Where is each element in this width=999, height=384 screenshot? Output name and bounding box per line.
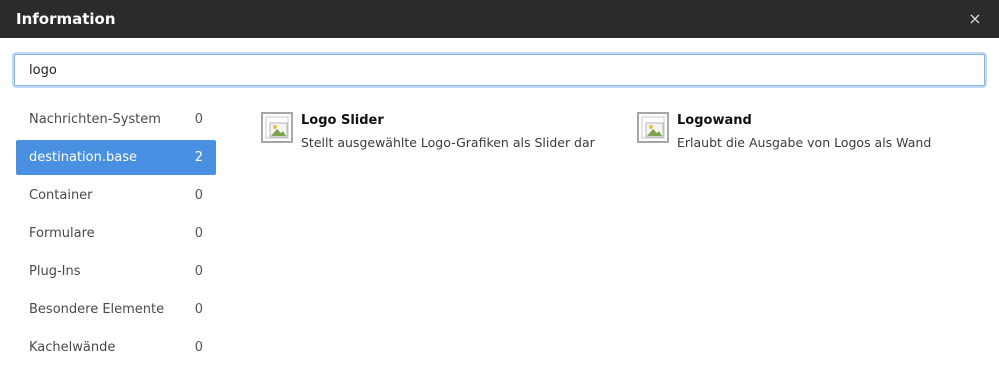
image-icon bbox=[261, 112, 293, 143]
search-input[interactable] bbox=[14, 54, 985, 86]
category-destination-base[interactable]: destination.base 2 bbox=[16, 140, 216, 175]
result-title: Logo Slider bbox=[301, 113, 384, 128]
category-label: Container bbox=[29, 188, 93, 203]
category-label: destination.base bbox=[29, 150, 137, 165]
category-nachrichten-system[interactable]: Nachrichten-System 0 bbox=[16, 102, 216, 137]
category-label: Besondere Elemente bbox=[29, 302, 165, 317]
category-besondere-elemente[interactable]: Besondere Elemente 0 bbox=[16, 292, 216, 327]
category-formulare[interactable]: Formulare 0 bbox=[16, 216, 216, 251]
dialog-title: Information bbox=[16, 10, 116, 28]
category-label: Formulare bbox=[29, 226, 95, 241]
category-label: Plug-Ins bbox=[29, 264, 81, 279]
category-count: 0 bbox=[194, 112, 203, 127]
result-title: Logowand bbox=[677, 113, 752, 128]
category-container[interactable]: Container 0 bbox=[16, 178, 216, 213]
result-description: Stellt ausgewählte Logo-Grafiken als Sli… bbox=[301, 135, 595, 150]
result-logo-slider[interactable]: Logo Slider Stellt ausgewählte Logo-Graf… bbox=[261, 112, 601, 156]
category-count: 2 bbox=[194, 150, 203, 165]
category-kachelwaende[interactable]: Kachelwände 0 bbox=[16, 330, 216, 365]
category-count: 0 bbox=[194, 264, 203, 279]
result-logowand[interactable]: Logowand Erlaubt die Ausgabe von Logos a… bbox=[637, 112, 967, 156]
category-count: 0 bbox=[194, 226, 203, 241]
category-count: 0 bbox=[194, 302, 203, 317]
close-icon[interactable]: × bbox=[965, 9, 985, 29]
category-label: Kachelwände bbox=[29, 340, 116, 355]
dialog-titlebar: Information × bbox=[0, 0, 999, 38]
result-description: Erlaubt die Ausgabe von Logos als Wand bbox=[677, 135, 932, 150]
image-icon bbox=[637, 112, 669, 143]
category-count: 0 bbox=[194, 188, 203, 203]
category-plug-ins[interactable]: Plug-Ins 0 bbox=[16, 254, 216, 289]
category-count: 0 bbox=[194, 340, 203, 355]
category-label: Nachrichten-System bbox=[29, 112, 161, 127]
